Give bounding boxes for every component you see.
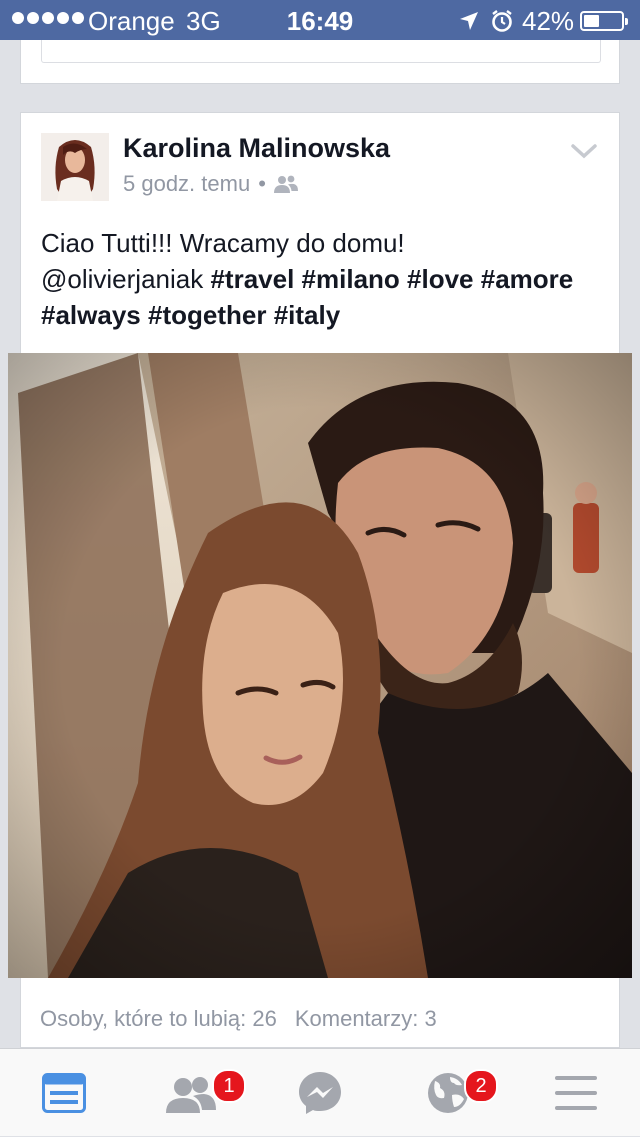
hashtag-link[interactable]: #love bbox=[407, 264, 474, 294]
previous-post-attachment bbox=[41, 40, 601, 63]
post-timestamp[interactable]: 5 godz. temu bbox=[123, 171, 250, 197]
hashtag-link[interactable]: #milano bbox=[302, 264, 400, 294]
post-stats: Osoby, które to lubią: 26 Komentarzy: 3 bbox=[40, 1006, 437, 1032]
status-bar: Orange 3G 16:49 42% bbox=[0, 0, 640, 40]
tab-notifications[interactable]: 2 bbox=[384, 1049, 512, 1137]
friend-requests-icon bbox=[166, 1077, 216, 1113]
hashtag-link[interactable]: #amore bbox=[481, 264, 574, 294]
alarm-clock-icon bbox=[492, 10, 512, 32]
likes-count[interactable]: Osoby, które to lubią: 26 bbox=[40, 1006, 277, 1032]
battery-percentage: 42% bbox=[522, 6, 575, 36]
user-mention-link[interactable]: @olivierjaniak bbox=[41, 264, 203, 294]
message-line-3: #always #together #italy bbox=[41, 297, 605, 333]
hashtag-link[interactable]: #travel bbox=[210, 264, 294, 294]
tab-friend-requests[interactable]: 1 bbox=[128, 1049, 256, 1137]
hashtag-link[interactable]: #italy bbox=[274, 300, 341, 330]
avatar-image bbox=[41, 133, 109, 201]
friend-requests-badge: 1 bbox=[212, 1069, 246, 1103]
tab-news-feed[interactable] bbox=[0, 1049, 128, 1137]
message-line-2: @olivierjaniak #travel #milano #love #am… bbox=[41, 261, 605, 297]
tab-messenger[interactable] bbox=[256, 1049, 384, 1137]
news-feed-icon bbox=[42, 1073, 86, 1113]
messenger-icon bbox=[299, 1072, 341, 1114]
friends-icon bbox=[273, 175, 298, 193]
notifications-badge: 2 bbox=[464, 1069, 498, 1103]
author-name[interactable]: Karolina Malinowska bbox=[123, 133, 390, 164]
chevron-down-icon[interactable] bbox=[571, 143, 597, 159]
location-arrow-icon bbox=[460, 12, 478, 30]
previous-post-card bbox=[20, 40, 620, 84]
battery-icon bbox=[580, 11, 628, 31]
meta-separator: • bbox=[258, 171, 266, 196]
selfie-photo-image bbox=[8, 353, 632, 978]
post-message: Ciao Tutti!!! Wracamy do domu! @olivierj… bbox=[41, 225, 605, 333]
more-menu-icon bbox=[555, 1076, 597, 1110]
tab-more-menu[interactable] bbox=[512, 1049, 640, 1137]
comments-count[interactable]: Komentarzy: 3 bbox=[295, 1006, 437, 1032]
post-photo[interactable] bbox=[8, 353, 632, 978]
message-line-1: Ciao Tutti!!! Wracamy do domu! bbox=[41, 228, 405, 258]
post-meta: 5 godz. temu • bbox=[123, 171, 298, 197]
author-avatar[interactable] bbox=[41, 133, 109, 201]
hashtag-link[interactable]: #together bbox=[148, 300, 266, 330]
bottom-tab-bar: 1 2 bbox=[0, 1048, 640, 1136]
notifications-globe-icon bbox=[428, 1073, 468, 1113]
hashtag-link[interactable]: #always bbox=[41, 300, 141, 330]
